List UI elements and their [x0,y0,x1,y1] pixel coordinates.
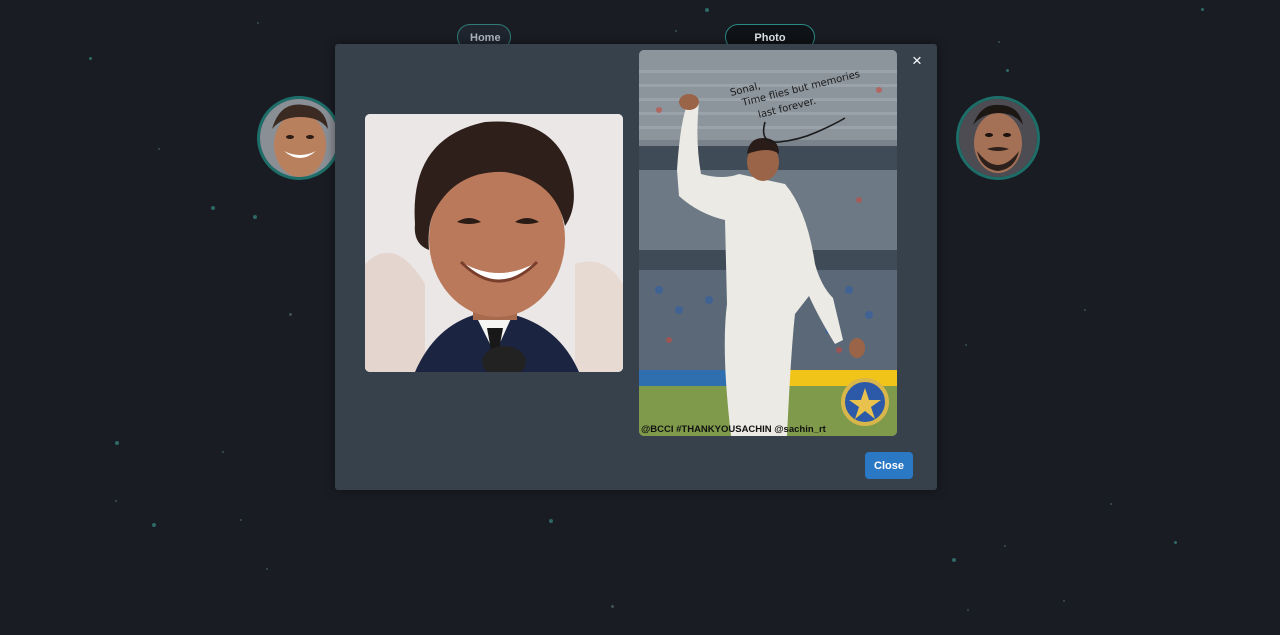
photo-caption: @BCCI #THANKYOUSACHIN @sachin_rt [641,424,827,435]
close-button[interactable]: Close [865,452,913,479]
portrait-photo [365,114,623,372]
photo-modal: × Sonal, Time flies but memories last fo… [335,44,937,490]
close-icon[interactable]: × [907,51,927,71]
avatar-sachin[interactable] [257,96,341,180]
avatar-virat[interactable] [956,96,1040,180]
waving-photo: Sonal, Time flies but memories last fore… [639,50,897,436]
